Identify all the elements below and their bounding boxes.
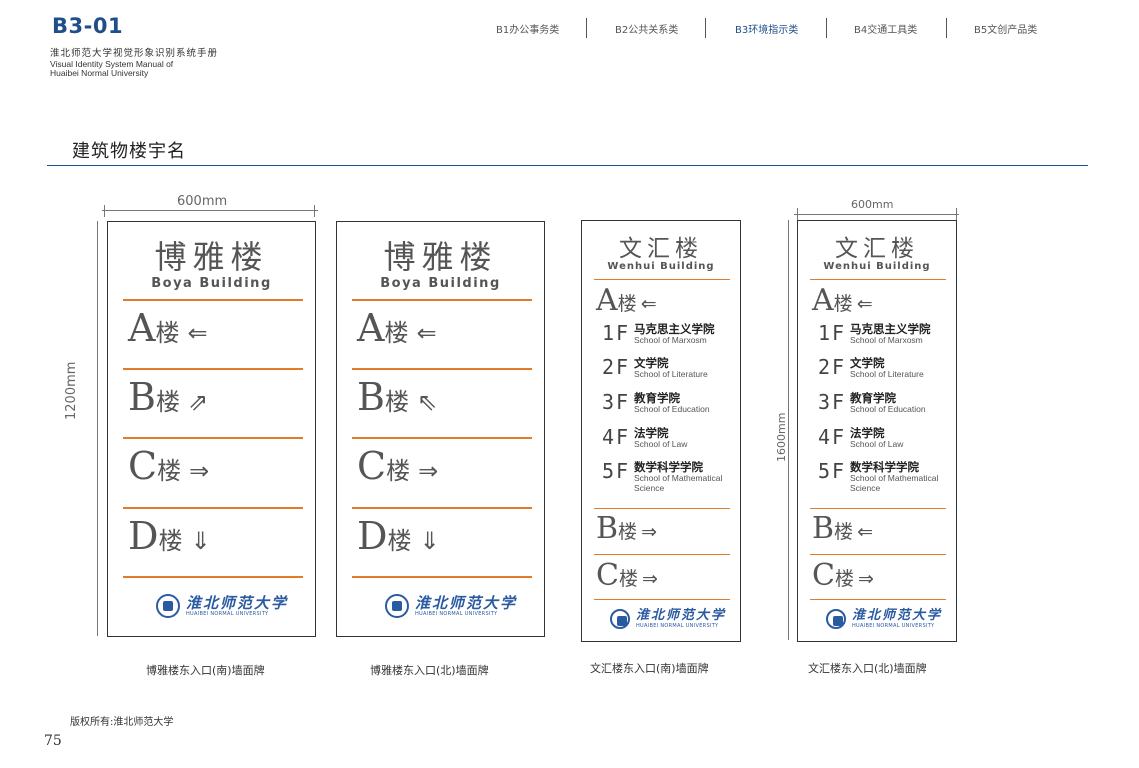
arrow-right-icon: ⇒ — [641, 568, 658, 590]
nav-divider — [586, 18, 587, 38]
divider-line — [352, 368, 532, 370]
manual-title-cn: 淮北师范大学视觉形象识别系统手册 — [50, 48, 219, 59]
caption-sign-1: 博雅楼东入口(南)墙面牌 — [146, 664, 265, 677]
arrow-left-icon: ⇐ — [640, 293, 657, 315]
direction-row-a: A楼 ⇐ — [812, 283, 873, 318]
nav-b5[interactable]: B5文创产品类 — [974, 21, 1037, 36]
arrow-right-icon: ⇒ — [189, 457, 210, 485]
width-label-2: 600mm — [851, 198, 894, 211]
nav-b3[interactable]: B3环境指示类 — [735, 21, 798, 36]
building-name-en: Boya Building — [380, 276, 501, 291]
dimension-tick — [104, 205, 105, 217]
university-logo: 淮北师范大学 HUAIBEI NORMAL UNIVERSITY — [610, 608, 726, 629]
nav-b4[interactable]: B4交通工具类 — [854, 21, 917, 36]
height-label-1: 1200mm — [64, 361, 79, 420]
direction-row-d: D楼 ⇓ — [128, 514, 211, 558]
building-name-cn: 博雅楼 — [154, 238, 269, 276]
direction-row-b: B楼 ⇖ — [357, 375, 438, 419]
university-emblem-icon — [610, 608, 630, 629]
width-dimension-line — [794, 214, 959, 215]
sign-wenhui-south: 文汇楼 Wenhui Building A楼 ⇐ 1F 马克思主义学院 School … — [581, 220, 741, 642]
divider-line — [594, 554, 730, 555]
divider-line — [123, 576, 303, 578]
divider-line — [123, 368, 303, 370]
direction-row-b: B楼 ⇒ — [596, 511, 657, 546]
arrow-left-icon: ⇐ — [416, 319, 437, 347]
divider-line — [352, 507, 532, 509]
width-label-1: 600mm — [177, 194, 228, 209]
arrow-left-icon: ⇐ — [857, 521, 873, 543]
divider-line — [810, 279, 946, 280]
university-logo: 淮北师范大学 HUAIBEI NORMAL UNIVERSITY — [156, 594, 288, 618]
arrow-down-icon: ⇓ — [190, 527, 211, 555]
height-dimension-line — [97, 221, 98, 636]
direction-row-c: C楼 ⇒ — [812, 558, 874, 593]
divider-line — [123, 437, 303, 439]
direction-row-a: A楼 ⇐ — [128, 306, 208, 350]
dimension-tick — [314, 205, 315, 217]
university-logo: 淮北师范大学 HUAIBEI NORMAL UNIVERSITY — [385, 594, 517, 618]
direction-row-c: C楼 ⇒ — [128, 444, 210, 488]
section-rule — [47, 165, 1088, 166]
divider-line — [123, 507, 303, 509]
university-logo: 淮北师范大学 HUAIBEI NORMAL UNIVERSITY — [826, 608, 942, 629]
building-name-cn: 文汇楼 — [619, 236, 703, 262]
dimension-tick — [797, 208, 798, 220]
building-name-cn: 博雅楼 — [383, 238, 498, 276]
divider-line — [594, 279, 730, 280]
arrow-right-icon: ⇒ — [641, 521, 657, 543]
height-label-2: 1600mm — [775, 412, 788, 462]
divider-line — [810, 554, 946, 555]
arrow-up-right-icon: ⇗ — [187, 388, 209, 416]
arrow-right-icon: ⇒ — [418, 457, 439, 485]
direction-row-d: D楼 ⇓ — [357, 514, 440, 558]
divider-line — [810, 599, 946, 600]
building-name-cn: 文汇楼 — [835, 236, 919, 262]
nav-divider — [826, 18, 827, 38]
university-emblem-icon — [385, 594, 409, 618]
height-dimension-line — [788, 220, 789, 640]
arrow-left-icon: ⇐ — [856, 293, 873, 315]
direction-row-a: A楼 ⇐ — [357, 306, 437, 350]
doc-code: B3-01 — [52, 14, 124, 38]
divider-line — [594, 508, 730, 509]
section-title: 建筑物楼宇名 — [72, 141, 186, 162]
building-name-en: Boya Building — [151, 276, 272, 291]
direction-row-a: A楼 ⇐ — [596, 283, 657, 318]
dimension-tick — [956, 208, 957, 220]
sign-boya-south: 博雅楼 Boya Building A楼 ⇐ B楼 ⇗ C楼 ⇒ D楼 ⇓ 淮北师范大学… — [107, 221, 316, 637]
divider-line — [352, 437, 532, 439]
divider-line — [594, 599, 730, 600]
direction-row-b: B楼 ⇗ — [128, 375, 209, 419]
divider-line — [352, 576, 532, 578]
arrow-up-left-icon: ⇖ — [416, 388, 438, 416]
direction-row-b: B楼 ⇐ — [812, 511, 873, 546]
divider-line — [123, 299, 303, 301]
nav-divider — [946, 18, 947, 38]
university-emblem-icon — [826, 608, 846, 629]
caption-sign-3: 文汇楼东入口(南)墙面牌 — [590, 662, 709, 675]
width-dimension-line — [102, 210, 318, 211]
arrow-down-icon: ⇓ — [419, 527, 440, 555]
copyright: 版权所有:淮北师范大学 — [70, 717, 174, 728]
university-emblem-icon — [156, 594, 180, 618]
nav-b1[interactable]: B1办公事务类 — [496, 21, 559, 36]
sign-boya-north: 博雅楼 Boya Building A楼 ⇐ B楼 ⇖ C楼 ⇒ D楼 ⇓ 淮北师范大学… — [336, 221, 545, 637]
nav-divider — [705, 18, 706, 38]
caption-sign-4: 文汇楼东入口(北)墙面牌 — [808, 662, 927, 675]
manual-title-en: Visual Identity System Manual of Huaibei… — [50, 59, 174, 78]
direction-row-c: C楼 ⇒ — [596, 558, 658, 593]
direction-row-c: C楼 ⇒ — [357, 444, 439, 488]
arrow-right-icon: ⇒ — [857, 568, 874, 590]
divider-line — [352, 299, 532, 301]
sign-wenhui-north: 文汇楼 Wenhui Building A楼 ⇐ 1F 马克思主义学院 School … — [797, 220, 957, 642]
divider-line — [810, 508, 946, 509]
nav-b2[interactable]: B2公共关系类 — [615, 21, 678, 36]
arrow-left-icon: ⇐ — [187, 319, 208, 347]
page-number: 75 — [44, 733, 62, 749]
building-name-en: Wenhui Building — [823, 261, 931, 272]
building-name-en: Wenhui Building — [607, 261, 715, 272]
caption-sign-2: 博雅楼东入口(北)墙面牌 — [370, 664, 489, 677]
